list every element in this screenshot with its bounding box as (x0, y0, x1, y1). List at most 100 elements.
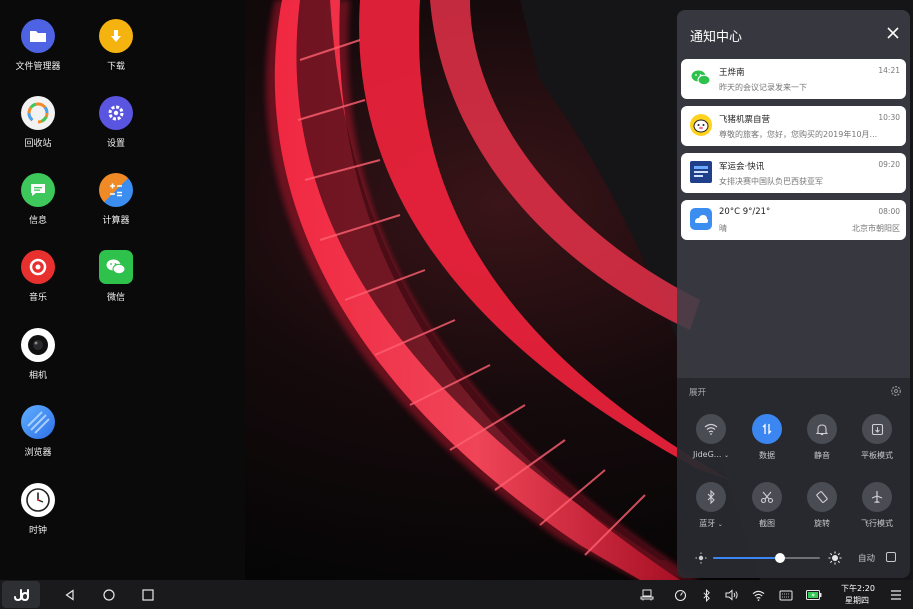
desktop-icon-label: 浏览器 (24, 448, 52, 458)
desktop-icon-label: 微信 (106, 293, 125, 303)
notification-time: 14:21 (878, 66, 900, 75)
notification-body: 昨天的会议记录发来一下 (719, 83, 807, 92)
camera-icon (21, 328, 55, 362)
auto-brightness-checkbox[interactable] (886, 552, 896, 562)
tile-screenshot[interactable]: 截图 (740, 482, 794, 529)
notification-card[interactable]: 20°C 9°/21° 晴 08:00 北京市朝阳区 (681, 200, 906, 240)
clock-time[interactable]: 下午2:20 (841, 583, 875, 594)
desktop-icon-file-manager[interactable]: 文件管理器 (6, 19, 70, 72)
tile-label: 截图 (759, 519, 775, 528)
notification-card[interactable]: 飞猪机票自营 尊敬的旅客，您好，您购买的2019年10月... 10:30 (681, 106, 906, 146)
close-icon[interactable] (886, 26, 900, 40)
message-icon (21, 173, 55, 207)
desk-mode-icon (640, 589, 654, 601)
home-circle-icon (103, 589, 115, 601)
desktop-icon-label: 回收站 (24, 139, 52, 149)
desktop-icon-calculator[interactable]: 计算器 (84, 173, 148, 226)
weather-icon (690, 208, 712, 230)
desktop-icon-browser[interactable]: 浏览器 (6, 405, 70, 458)
recents-square-icon (142, 589, 154, 601)
tray-speed-button[interactable] (670, 585, 690, 605)
wifi-icon (696, 414, 726, 444)
brightness-slider-fill (713, 557, 781, 559)
desktop-icon-wechat[interactable]: 微信 (84, 250, 148, 303)
desktop-icon-recycle-bin[interactable]: 回收站 (6, 96, 70, 149)
tile-wifi[interactable]: JideG... ⌄ (684, 414, 738, 459)
tray-battery-button[interactable] (804, 585, 824, 605)
home-button[interactable] (99, 585, 119, 605)
desktop-icon-download[interactable]: 下载 (84, 19, 148, 72)
notification-body: 晴 (719, 224, 727, 233)
taskbar: 下午2:20 星期四 (0, 580, 913, 609)
volume-icon (725, 589, 738, 601)
notification-body: 女排决赛中国队负巴西获亚军 (719, 177, 823, 186)
settings-gear-icon[interactable] (890, 385, 902, 397)
bluetooth-icon (702, 588, 710, 602)
rotate-icon (807, 482, 837, 512)
wechat-icon (690, 67, 712, 89)
desktop-icon-camera[interactable]: 相机 (6, 328, 70, 381)
keyboard-icon (779, 590, 793, 600)
mobile-data-icon (752, 414, 782, 444)
desktop-icon-music[interactable]: 音乐 (6, 250, 70, 303)
desktop-icon-messages[interactable]: 信息 (6, 173, 70, 226)
music-icon (21, 250, 55, 284)
browser-icon (21, 405, 55, 439)
tile-label: 平板模式 (861, 451, 893, 460)
tile-rotate[interactable]: 旋转 (795, 482, 849, 529)
brightness-high-icon (828, 551, 842, 565)
recycle-bin-icon (21, 96, 55, 130)
tile-silent[interactable]: 静音 (795, 414, 849, 461)
brightness-low-icon (695, 552, 707, 564)
tray-keyboard-button[interactable] (637, 585, 657, 605)
calculator-icon (99, 173, 133, 207)
notification-card[interactable]: 王烨南 昨天的会议记录发来一下 14:21 (681, 59, 906, 99)
notification-title: 王烨南 (719, 68, 745, 78)
notification-center-title: 通知中心 (690, 30, 743, 45)
tray-keyboard-input-button[interactable] (776, 585, 796, 605)
recents-button[interactable] (138, 585, 158, 605)
start-button[interactable] (2, 581, 40, 608)
auto-brightness-label: 自动 (858, 554, 876, 564)
clock-day[interactable]: 星期四 (845, 595, 869, 606)
tile-label: 旋转 (814, 519, 830, 528)
tile-label: 飞行模式 (861, 519, 893, 528)
tray-bluetooth-button[interactable] (696, 585, 716, 605)
news-icon (690, 161, 712, 183)
tablet-mode-icon (862, 414, 892, 444)
back-triangle-icon (65, 589, 74, 601)
tile-mobile-data[interactable]: 数据 (740, 414, 794, 461)
back-button[interactable] (60, 585, 80, 605)
speedometer-icon (674, 589, 686, 601)
battery-charging-icon (806, 590, 822, 600)
notification-time: 10:30 (878, 113, 900, 122)
tray-volume-button[interactable] (722, 585, 742, 605)
expand-button[interactable]: 展开 (689, 386, 706, 398)
settings-gear-icon (99, 96, 133, 130)
bell-icon (807, 414, 837, 444)
airplane-icon (862, 482, 892, 512)
download-icon (99, 19, 133, 53)
tile-tablet-mode[interactable]: 平板模式 (850, 414, 904, 461)
bluetooth-icon (696, 482, 726, 512)
desktop-icon-label: 计算器 (102, 216, 130, 226)
notification-location: 北京市朝阳区 (852, 224, 900, 233)
brightness-slider[interactable] (713, 553, 820, 563)
tile-airplane-mode[interactable]: 飞行模式 (850, 482, 904, 529)
tile-label: 静音 (814, 451, 830, 460)
desktop-icon-settings[interactable]: 设置 (84, 96, 148, 149)
desktop-icon-clock[interactable]: 时钟 (6, 483, 70, 536)
menu-button[interactable] (886, 585, 906, 605)
brightness-slider-handle[interactable] (775, 553, 786, 563)
jide-logo-icon (14, 588, 30, 601)
tile-label: JideG... ⌄ (693, 450, 729, 459)
desktop-icon-label: 音乐 (28, 293, 47, 303)
notification-card[interactable]: 军运会·快讯 女排决赛中国队负巴西获亚军 09:20 (681, 153, 906, 193)
desktop-icon-label: 下载 (106, 62, 125, 72)
brightness-row: 自动 (695, 550, 900, 566)
desktop-icon-label: 相机 (28, 371, 47, 381)
notification-time: 09:20 (878, 160, 900, 169)
tray-wifi-button[interactable] (748, 585, 768, 605)
tile-bluetooth[interactable]: 蓝牙 ⌄ (684, 482, 738, 529)
notification-title: 20°C 9°/21° (719, 207, 771, 217)
